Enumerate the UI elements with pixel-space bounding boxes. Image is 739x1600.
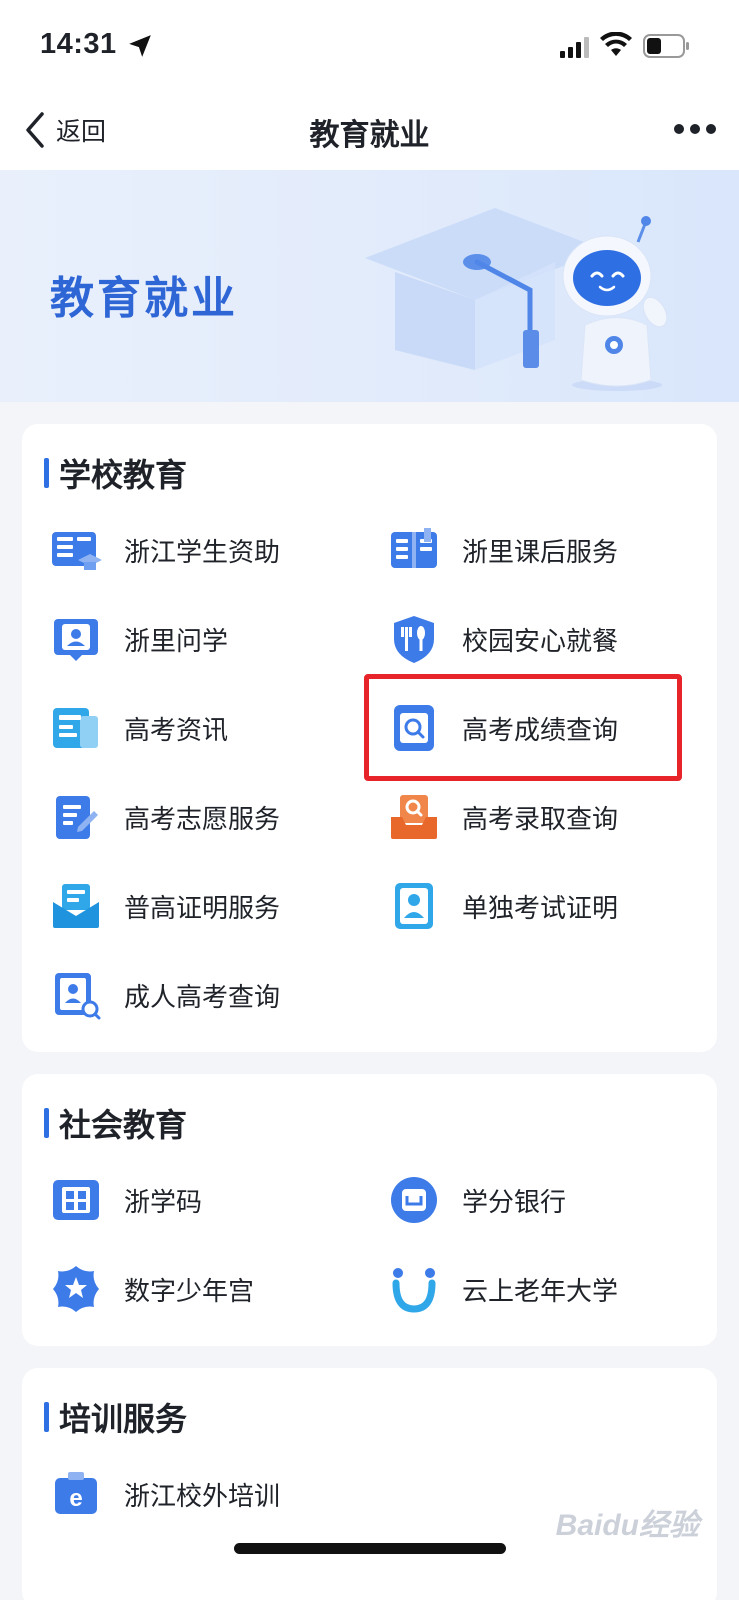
section-accent-bar bbox=[44, 1402, 49, 1432]
service-label: 浙里问学 bbox=[124, 625, 229, 656]
battery-icon bbox=[643, 34, 689, 58]
book-cap-icon bbox=[52, 532, 102, 570]
service-item[interactable]: 浙学码 bbox=[50, 1172, 202, 1228]
service-label: 单独考试证明 bbox=[462, 892, 619, 923]
service-item[interactable]: 高考录取查询 bbox=[388, 789, 618, 845]
service-label: 普高证明服务 bbox=[124, 892, 281, 923]
service-item[interactable]: 普高证明服务 bbox=[50, 878, 280, 934]
section-card-social-education: 社会教育 浙学码 学分银行 数字少年宫 云上老年大学 bbox=[22, 1074, 717, 1346]
service-item[interactable]: 数字少年宫 bbox=[50, 1261, 254, 1317]
open-book-icon bbox=[391, 528, 437, 568]
section-header: 社会教育 bbox=[44, 1100, 187, 1146]
section-accent-bar bbox=[44, 1108, 49, 1138]
navigation-bar: 返回 教育就业 bbox=[0, 90, 739, 170]
service-item[interactable]: 高考资讯 bbox=[50, 700, 228, 756]
status-time: 14:31 bbox=[40, 28, 117, 60]
service-item[interactable]: 校园安心就餐 bbox=[388, 611, 618, 667]
service-item[interactable]: 高考成绩查询 bbox=[388, 700, 618, 756]
service-item[interactable]: 单独考试证明 bbox=[388, 878, 618, 934]
service-label: 浙江校外培训 bbox=[124, 1480, 281, 1511]
bank-circle-icon bbox=[391, 1177, 437, 1223]
watermark: Baidu经验 bbox=[555, 1509, 699, 1542]
service-item[interactable]: 浙江学生资助 bbox=[50, 522, 280, 578]
service-label: 浙学码 bbox=[124, 1186, 203, 1217]
id-card-icon bbox=[395, 883, 433, 929]
more-options-icon[interactable] bbox=[673, 116, 717, 142]
home-indicator[interactable] bbox=[234, 1543, 506, 1554]
section-title: 社会教育 bbox=[59, 1107, 188, 1143]
svg-text:e: e bbox=[69, 1485, 82, 1512]
section-title: 培训服务 bbox=[59, 1401, 188, 1437]
service-label: 学分银行 bbox=[462, 1186, 567, 1217]
service-item[interactable]: 云上老年大学 bbox=[388, 1261, 618, 1317]
service-label: 数字少年宫 bbox=[124, 1275, 255, 1306]
banner: 教育就业 bbox=[0, 170, 739, 402]
edit-document-icon bbox=[56, 796, 98, 839]
service-label: 高考志愿服务 bbox=[124, 803, 281, 834]
news-icon bbox=[53, 708, 98, 748]
search-card-icon bbox=[394, 705, 434, 751]
wifi-icon bbox=[600, 32, 632, 56]
cellular-signal-icon bbox=[560, 37, 589, 58]
service-label: 浙江学生资助 bbox=[124, 536, 281, 567]
envelope-doc-icon bbox=[53, 884, 99, 928]
page-title: 教育就业 bbox=[309, 119, 430, 152]
star-badge-icon bbox=[53, 1266, 99, 1312]
service-item[interactable]: 高考志愿服务 bbox=[50, 789, 280, 845]
person-search-icon bbox=[55, 973, 101, 1020]
section-card-training-services: 培训服务 e 浙江校外培训 bbox=[22, 1368, 717, 1600]
service-label: 校园安心就餐 bbox=[462, 625, 619, 656]
graduation-robot-illustration bbox=[365, 208, 668, 391]
location-arrow-icon bbox=[129, 35, 151, 57]
service-item[interactable]: e 浙江校外培训 bbox=[50, 1466, 280, 1522]
e-board-icon: e bbox=[55, 1472, 97, 1514]
service-item[interactable]: 学分银行 bbox=[388, 1172, 566, 1228]
section-header: 培训服务 bbox=[44, 1394, 187, 1440]
service-label: 高考资讯 bbox=[124, 714, 229, 745]
service-label: 高考录取查询 bbox=[462, 803, 619, 834]
service-label: 浙里课后服务 bbox=[462, 536, 619, 567]
badge-person-icon bbox=[54, 619, 98, 661]
banner-title: 教育就业 bbox=[50, 274, 238, 323]
service-item[interactable]: 成人高考查询 bbox=[50, 967, 280, 1023]
service-item[interactable]: 浙里问学 bbox=[50, 611, 228, 667]
section-card-school-education: 学校教育 浙江学生资助 浙里课后服务 浙里问学 校园安心就餐 高考资讯 高考成绩… bbox=[22, 424, 717, 1052]
section-title: 学校教育 bbox=[59, 457, 188, 493]
section-header: 学校教育 bbox=[44, 450, 187, 496]
service-item[interactable]: 浙里课后服务 bbox=[388, 522, 618, 578]
smile-arc-icon bbox=[392, 1268, 436, 1313]
tray-search-icon bbox=[391, 795, 437, 839]
service-label: 高考成绩查询 bbox=[462, 714, 619, 745]
qr-book-icon bbox=[53, 1180, 99, 1220]
shield-utensils-icon bbox=[394, 616, 434, 663]
status-bar: 14:31 bbox=[0, 0, 739, 90]
service-label: 成人高考查询 bbox=[124, 981, 281, 1012]
section-accent-bar bbox=[44, 458, 49, 488]
service-label: 云上老年大学 bbox=[462, 1275, 619, 1306]
